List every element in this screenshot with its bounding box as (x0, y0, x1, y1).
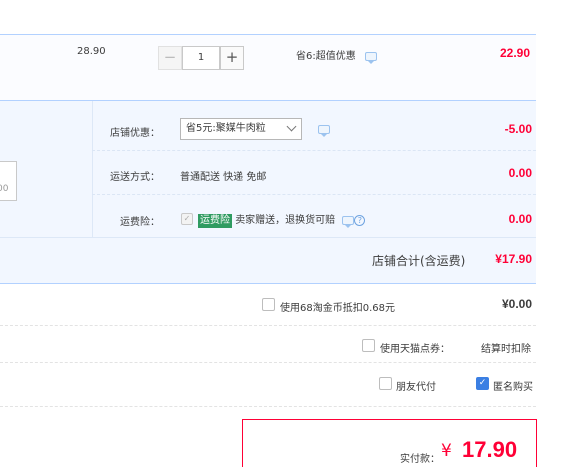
insurance-desc: 卖家赠送，退换货可赔 (235, 215, 336, 226)
tmall-points-label: 使用天猫点券： (380, 344, 450, 355)
payment-label: 实付款： (400, 454, 440, 465)
help-icon[interactable]: ? (354, 215, 366, 226)
discount-note: 省6:超值优惠 (296, 47, 377, 64)
insurance-amount: 0.00 (508, 212, 532, 226)
divider (0, 325, 536, 326)
payment-amount: 17.90 (462, 437, 518, 462)
divider (0, 237, 536, 238)
shipping-label: 运送方式： (110, 172, 160, 183)
tmall-points-value: 结算时扣除 (481, 344, 531, 355)
payment-currency: ¥ (441, 441, 452, 461)
divider (0, 406, 536, 407)
chat-icon[interactable] (364, 52, 377, 64)
friend-pay-checkbox[interactable] (379, 377, 392, 390)
chat-icon[interactable] (342, 216, 355, 228)
cart-item-row (0, 34, 536, 101)
insurance-info: 运费险 卖家赠送，退换货可赔 ? (198, 211, 366, 228)
promo-info-icon[interactable] (318, 125, 330, 137)
divider (0, 362, 536, 363)
shop-promo-select[interactable]: 省5元:聚媒牛肉粒 (180, 118, 302, 140)
discount-note-text: 省6:超值优惠 (296, 51, 356, 62)
use-coins-label: 使用68淘金币抵扣0.68元 (280, 303, 395, 314)
increase-quantity-button[interactable]: + (220, 46, 244, 70)
shipping-method: 普通配送 快递 免邮 (180, 172, 267, 183)
shop-total-label: 店铺合计(含运费) (372, 254, 466, 268)
item-subtotal: 22.90 (499, 46, 530, 60)
friend-pay-label: 朋友代付 (396, 382, 436, 393)
chevron-down-icon (286, 121, 297, 132)
tmall-points-checkbox[interactable] (362, 339, 375, 352)
insurance-checkbox: ✓ (181, 213, 193, 225)
use-coins-checkbox[interactable] (262, 298, 275, 311)
shop-promo-amount: -5.00 (504, 122, 532, 136)
divider (92, 150, 536, 151)
divider (92, 194, 536, 195)
buyer-message-input[interactable]: 00 (0, 161, 17, 201)
shop-promo-selected: 省5元:聚媒牛肉粒 (186, 123, 266, 134)
anonymous-label: 匿名购买 (493, 382, 533, 393)
shop-promo-label: 店铺优惠： (110, 128, 160, 139)
insurance-tag: 运费险 (198, 214, 232, 228)
quantity-input[interactable]: 1 (182, 46, 220, 70)
shop-total-value: ¥17.90 (495, 252, 532, 266)
shipping-amount: 0.00 (508, 166, 532, 180)
anonymous-checkbox[interactable]: ✓ (476, 377, 489, 390)
unit-price: 28.90 (77, 46, 106, 57)
insurance-label: 运费险： (120, 217, 160, 228)
coins-value: ¥0.00 (501, 297, 532, 311)
decrease-quantity-button[interactable]: − (158, 46, 182, 70)
